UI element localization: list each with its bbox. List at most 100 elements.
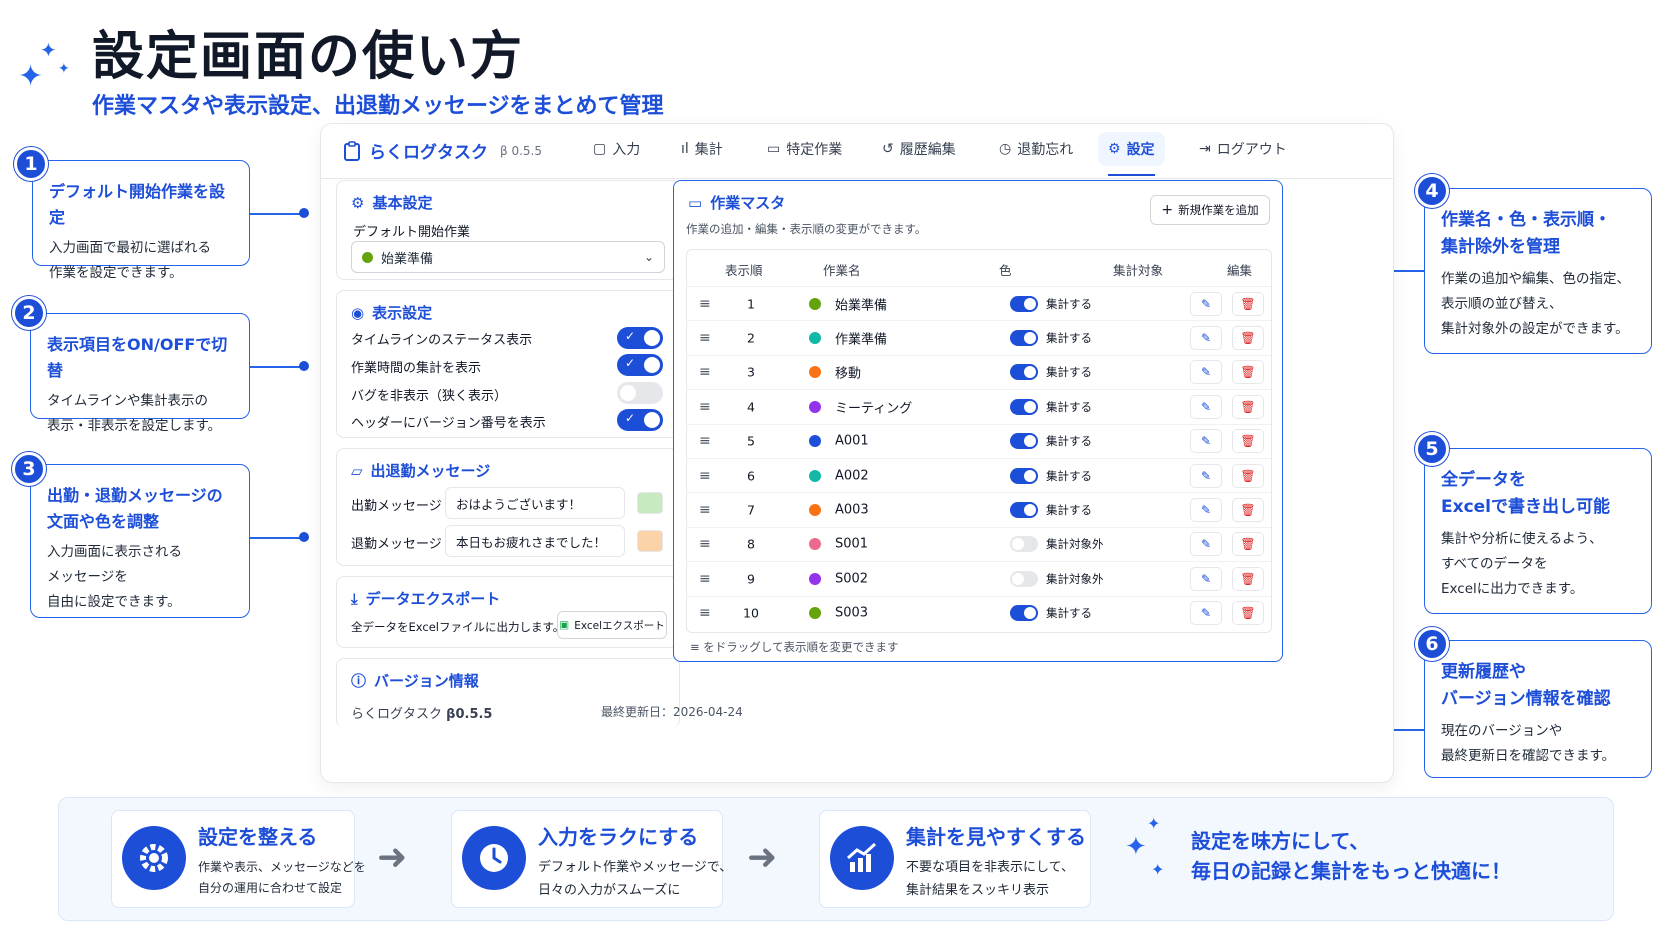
callout-title: デフォルト開始作業を設定 bbox=[49, 182, 226, 227]
pencil-icon: ✎ bbox=[1200, 537, 1212, 552]
edit-button[interactable]: ✎ bbox=[1190, 394, 1222, 419]
drag-handle-icon[interactable]: ≡ bbox=[699, 571, 711, 587]
clock-icon: ◷ bbox=[999, 141, 1012, 157]
delete-button[interactable]: 🗑 bbox=[1232, 326, 1264, 351]
pencil-icon: ✎ bbox=[1200, 331, 1212, 346]
table-row[interactable]: ≡ 2 作業準備 集計する ✎ 🗑 bbox=[687, 320, 1271, 354]
nav-specific-task[interactable]: ▭ 特定作業 bbox=[757, 132, 852, 166]
delete-button[interactable]: 🗑 bbox=[1232, 601, 1264, 626]
drag-handle-icon[interactable]: ≡ bbox=[699, 468, 711, 484]
excel-icon: ▣ bbox=[559, 619, 570, 631]
nav-forgot-clockout[interactable]: ◷ 退勤忘れ bbox=[989, 132, 1083, 166]
nav-history-edit[interactable]: ↺ 履歴編集 bbox=[872, 132, 966, 166]
toggle-switch[interactable]: ✓ bbox=[617, 327, 663, 349]
callout-version: 更新履歴や バージョン情報を確認 現在のバージョンや 最終更新日を確認できます。 bbox=[1424, 640, 1652, 778]
trash-icon: 🗑 bbox=[1240, 296, 1256, 311]
edit-button[interactable]: ✎ bbox=[1190, 532, 1222, 557]
drag-handle-icon[interactable]: ≡ bbox=[699, 605, 711, 621]
aggregate-toggle[interactable] bbox=[1010, 433, 1038, 450]
edit-button[interactable]: ✎ bbox=[1190, 463, 1222, 488]
aggregate-toggle[interactable] bbox=[1010, 364, 1038, 381]
drag-handle-icon[interactable]: ≡ bbox=[699, 399, 711, 415]
edit-button[interactable]: ✎ bbox=[1190, 360, 1222, 385]
callout-title: 更新履歴や バージョン情報を確認 bbox=[1441, 662, 1611, 710]
table-row[interactable]: ≡ 3 移動 集計する ✎ 🗑 bbox=[687, 354, 1271, 389]
aggregate-toggle[interactable] bbox=[1010, 295, 1038, 312]
connector-dot bbox=[299, 532, 309, 542]
nav-logout[interactable]: ⇥ ログアウト bbox=[1189, 132, 1297, 166]
table-row[interactable]: ≡ 9 S002 集計対象外 ✎ 🗑 bbox=[687, 561, 1271, 595]
table-row[interactable]: ≡ 7 A003 集計する ✎ 🗑 bbox=[687, 492, 1271, 526]
table-row[interactable]: ≡ 5 A001 集計する ✎ 🗑 bbox=[687, 423, 1271, 458]
history-icon: ↺ bbox=[882, 141, 894, 157]
edit-button[interactable]: ✎ bbox=[1190, 601, 1222, 626]
trash-icon: 🗑 bbox=[1240, 537, 1256, 552]
delete-button[interactable]: 🗑 bbox=[1232, 291, 1264, 316]
task-order: 2 bbox=[747, 330, 755, 346]
trash-icon: 🗑 bbox=[1240, 571, 1256, 586]
app-brand[interactable]: らくログタスク β 0.5.5 bbox=[343, 138, 542, 163]
aggregate-toggle[interactable] bbox=[1010, 502, 1038, 519]
delete-button[interactable]: 🗑 bbox=[1232, 498, 1264, 523]
task-color-dot bbox=[809, 400, 821, 413]
drag-handle-icon[interactable]: ≡ bbox=[699, 296, 711, 312]
drag-handle-icon[interactable]: ≡ bbox=[699, 433, 711, 449]
edit-button[interactable]: ✎ bbox=[1190, 326, 1222, 351]
task-order: 3 bbox=[747, 364, 755, 380]
drag-handle-icon[interactable]: ≡ bbox=[699, 536, 711, 552]
aggregate-toggle[interactable] bbox=[1010, 570, 1038, 587]
display-option-label: バグを非表示（狭く表示） bbox=[351, 389, 508, 404]
aggregate-toggle[interactable] bbox=[1010, 398, 1038, 415]
clock-out-input[interactable]: 本日もお疲れさまでした！ bbox=[445, 525, 625, 557]
excel-export-button[interactable]: ▣ Excelエクスポート bbox=[557, 611, 667, 639]
edit-button[interactable]: ✎ bbox=[1190, 498, 1222, 523]
task-name: S003 bbox=[835, 605, 869, 621]
nav-settings[interactable]: ⚙ 設定 bbox=[1098, 132, 1165, 176]
delete-button[interactable]: 🗑 bbox=[1232, 532, 1264, 557]
delete-button[interactable]: 🗑 bbox=[1232, 463, 1264, 488]
table-row[interactable]: ≡ 1 始業準備 集計する ✎ 🗑 bbox=[687, 286, 1271, 320]
drag-handle-icon[interactable]: ≡ bbox=[699, 330, 711, 346]
pencil-icon: ✎ bbox=[1200, 296, 1212, 311]
table-row[interactable]: ≡ 10 S003 集計する ✎ 🗑 bbox=[687, 595, 1271, 630]
table-row[interactable]: ≡ 8 S001 集計対象外 ✎ 🗑 bbox=[687, 526, 1271, 561]
nav-input[interactable]: ▢ 入力 bbox=[583, 132, 650, 166]
edit-button[interactable]: ✎ bbox=[1190, 429, 1222, 454]
delete-button[interactable]: 🗑 bbox=[1232, 429, 1264, 454]
edit-button[interactable]: ✎ bbox=[1190, 566, 1222, 591]
chat-bubble-icon: ▱ bbox=[351, 461, 363, 480]
column-header: 表示順 bbox=[725, 263, 763, 278]
connector-dot bbox=[299, 361, 309, 371]
connector-line bbox=[250, 213, 304, 215]
aggregate-toggle[interactable] bbox=[1010, 467, 1038, 484]
aggregate-toggle[interactable] bbox=[1010, 536, 1038, 553]
table-row[interactable]: ≡ 4 ミーティング 集計する ✎ 🗑 bbox=[687, 389, 1271, 423]
delete-button[interactable]: 🗑 bbox=[1232, 566, 1264, 591]
toggle-switch[interactable] bbox=[617, 382, 663, 404]
logout-icon: ⇥ bbox=[1199, 141, 1211, 157]
clipboard-icon: ▢ bbox=[593, 141, 607, 157]
task-name: A001 bbox=[835, 433, 869, 449]
nav-summary[interactable]: ıl 集計 bbox=[671, 132, 733, 166]
default-task-select[interactable]: 始業準備 ⌄ bbox=[351, 241, 665, 273]
callout-body: 現在のバージョンや 最終更新日を確認できます。 bbox=[1441, 723, 1616, 765]
add-task-button[interactable]: + 新規作業を追加 bbox=[1150, 195, 1270, 225]
drag-handle-icon[interactable]: ≡ bbox=[699, 502, 711, 518]
table-row[interactable]: ≡ 6 A002 集計する ✎ 🗑 bbox=[687, 458, 1271, 492]
aggregate-toggle[interactable] bbox=[1010, 330, 1038, 347]
display-option-label: 作業時間の集計を表示 bbox=[351, 361, 482, 376]
task-order: 1 bbox=[747, 296, 755, 312]
toggle-switch[interactable]: ✓ bbox=[617, 409, 663, 431]
delete-button[interactable]: 🗑 bbox=[1232, 360, 1264, 385]
toggle-switch[interactable]: ✓ bbox=[617, 354, 663, 376]
delete-button[interactable]: 🗑 bbox=[1232, 394, 1264, 419]
clock-in-color-swatch[interactable] bbox=[637, 492, 663, 514]
arrow-right-icon: ➜ bbox=[377, 837, 408, 878]
aggregate-toggle[interactable] bbox=[1010, 605, 1038, 622]
clock-in-input[interactable]: おはようございます！ bbox=[445, 487, 625, 519]
callout-body: タイムラインや集計表示の 表示・非表示を設定します。 bbox=[47, 393, 222, 435]
clock-out-color-swatch[interactable] bbox=[637, 530, 663, 552]
drag-handle-icon[interactable]: ≡ bbox=[699, 364, 711, 380]
clock-icon bbox=[462, 826, 526, 890]
edit-button[interactable]: ✎ bbox=[1190, 291, 1222, 316]
